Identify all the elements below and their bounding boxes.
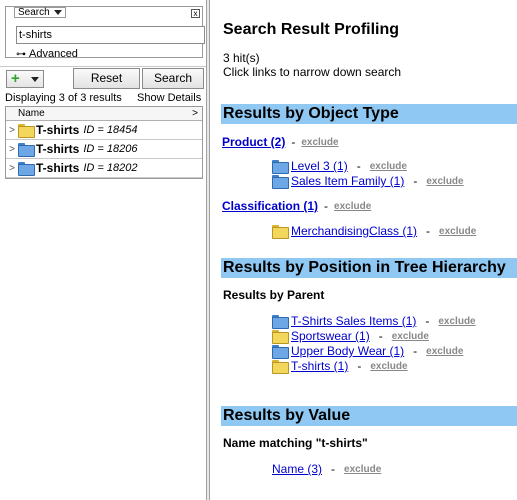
chevron-down-icon[interactable] — [31, 76, 39, 82]
exclude-link[interactable]: exclude — [392, 331, 429, 342]
group-classification: Classification (1) - exclude — [222, 199, 371, 213]
key-icon: ⊶ — [16, 48, 26, 60]
separator: - — [356, 159, 361, 173]
show-details-link[interactable]: Show Details — [137, 92, 201, 104]
separator: - — [357, 359, 362, 373]
level3-link[interactable]: Level 3 (1) — [291, 159, 348, 173]
separator: - — [324, 199, 329, 213]
exclude-link[interactable]: exclude — [426, 346, 463, 357]
folder-icon — [18, 124, 35, 138]
expand-icon[interactable]: > — [6, 125, 18, 136]
separator: - — [413, 174, 418, 188]
add-button[interactable]: + — [6, 70, 44, 88]
name-column-header: Name — [18, 108, 45, 119]
list-item: Name (3) - exclude — [272, 462, 381, 476]
list-item: Level 3 (1) - exclude — [272, 159, 407, 174]
row-id: ID = 18202 — [83, 162, 138, 174]
chevron-down-icon[interactable] — [53, 10, 62, 15]
separator: - — [378, 329, 383, 343]
group-product: Product (2) - exclude — [222, 135, 339, 149]
exclude-link[interactable]: exclude — [334, 201, 371, 212]
results-count: Displaying 3 of 3 results — [5, 92, 122, 104]
left-panel: Search x t-shirts ⊶ Advanced + Reset Sea… — [0, 0, 206, 500]
folder-icon — [272, 160, 289, 174]
separator: - — [425, 314, 430, 328]
plus-icon: + — [11, 70, 20, 87]
section-object-type: Results by Object Type — [221, 104, 517, 124]
parent-link[interactable]: Upper Body Wear (1) — [291, 344, 404, 358]
name-link[interactable]: Name (3) — [272, 462, 322, 476]
folder-icon — [18, 143, 35, 157]
list-item: Upper Body Wear (1) - exclude — [272, 344, 463, 359]
search-legend[interactable]: Search — [14, 7, 66, 18]
exclude-link[interactable]: exclude — [438, 316, 475, 327]
list-item: T-Shirts Sales Items (1) - exclude — [272, 314, 476, 329]
search-legend-label: Search — [18, 7, 50, 18]
search-input[interactable]: t-shirts — [16, 26, 205, 44]
exclude-link[interactable]: exclude — [426, 176, 463, 187]
advanced-toggle[interactable]: ⊶ Advanced — [16, 48, 78, 60]
search-button[interactable]: Search — [142, 68, 204, 89]
row-name: T-shirts — [36, 123, 80, 137]
list-item: MerchandisingClass (1) - exclude — [272, 224, 476, 239]
parent-link[interactable]: T-shirts (1) — [291, 359, 348, 373]
tree-row[interactable]: > T-shirts ID = 18454 — [6, 121, 202, 140]
separator: - — [426, 224, 431, 238]
expand-icon[interactable]: > — [6, 144, 18, 155]
folder-icon — [272, 360, 289, 374]
separator: - — [291, 135, 296, 149]
list-item: T-shirts (1) - exclude — [272, 359, 408, 374]
list-item: Sportswear (1) - exclude — [272, 329, 429, 344]
exclude-link[interactable]: exclude — [344, 464, 381, 475]
row-id: ID = 18206 — [83, 143, 138, 155]
profiling-panel: Search Result Profiling 3 hit(s) Click l… — [210, 0, 517, 500]
parent-link[interactable]: T-Shirts Sales Items (1) — [291, 314, 416, 328]
exclude-link[interactable]: exclude — [439, 226, 476, 237]
section-position: Results by Position in Tree Hierarchy — [221, 258, 517, 278]
toolbar-divider — [0, 66, 206, 67]
list-item: Sales Item Family (1) - exclude — [272, 174, 464, 189]
parent-link[interactable]: Sportswear (1) — [291, 329, 370, 343]
separator: - — [331, 462, 336, 476]
folder-icon — [272, 315, 289, 329]
value-subheading: Name matching "t-shirts" — [223, 436, 368, 450]
hit-count: 3 hit(s) — [223, 51, 260, 65]
folder-icon — [272, 330, 289, 344]
section-value: Results by Value — [221, 406, 517, 426]
parent-subheading: Results by Parent — [223, 288, 325, 302]
folder-icon — [272, 225, 289, 239]
expand-icon[interactable]: > — [6, 163, 18, 174]
row-name: T-shirts — [36, 142, 80, 156]
narrow-hint: Click links to narrow down search — [223, 65, 402, 79]
tree-header[interactable]: Name > — [6, 107, 202, 121]
folder-icon — [272, 175, 289, 189]
tree-row[interactable]: > T-shirts ID = 18202 — [6, 159, 202, 178]
tree-row[interactable]: > T-shirts ID = 18206 — [6, 140, 202, 159]
separator: - — [413, 344, 418, 358]
row-name: T-shirts — [36, 161, 80, 175]
search-group: Search x t-shirts ⊶ Advanced — [5, 6, 205, 60]
exclude-link[interactable]: exclude — [301, 137, 338, 148]
row-id: ID = 18454 — [83, 124, 138, 136]
reset-button[interactable]: Reset — [73, 68, 140, 89]
close-icon[interactable]: x — [191, 9, 200, 18]
page-title: Search Result Profiling — [223, 21, 400, 38]
results-tree: Name > > T-shirts ID = 18454 > T-shirts … — [5, 106, 203, 179]
product-link[interactable]: Product (2) — [222, 135, 285, 149]
advanced-label: Advanced — [29, 48, 78, 60]
chevron-right-icon[interactable]: > — [192, 107, 198, 120]
classification-link[interactable]: Classification (1) — [222, 199, 318, 213]
sales-item-family-link[interactable]: Sales Item Family (1) — [291, 174, 404, 188]
merchandising-class-link[interactable]: MerchandisingClass (1) — [291, 224, 417, 238]
exclude-link[interactable]: exclude — [370, 161, 407, 172]
folder-icon — [272, 345, 289, 359]
exclude-link[interactable]: exclude — [370, 361, 407, 372]
folder-icon — [18, 162, 35, 176]
